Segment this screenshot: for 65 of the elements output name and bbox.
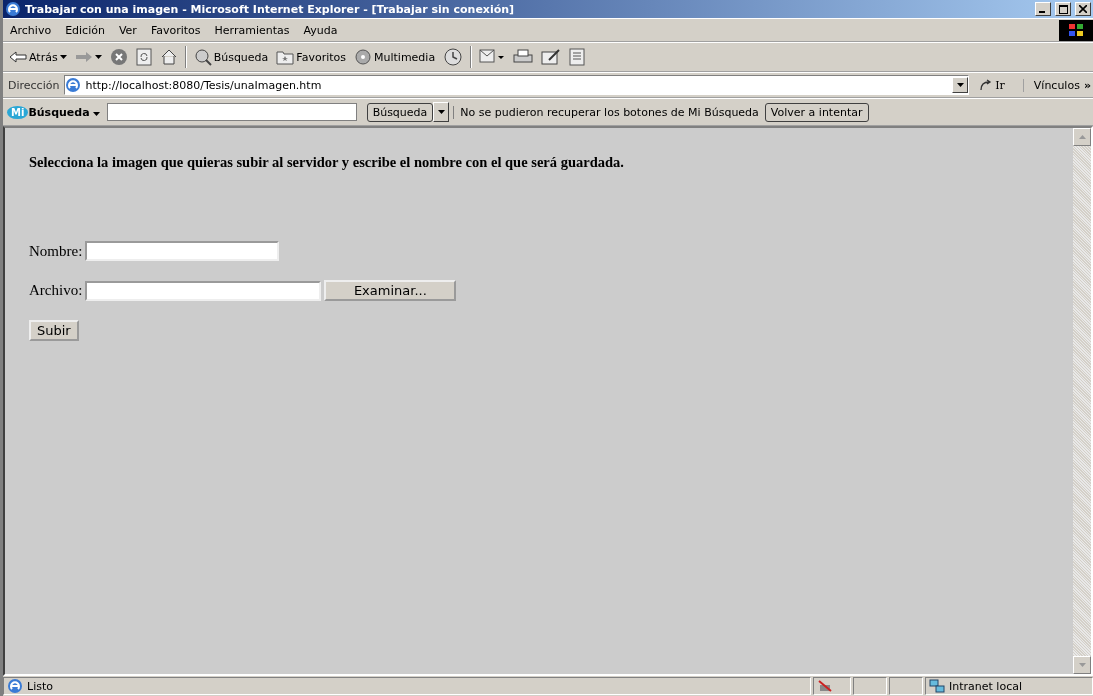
caret-icon	[437, 110, 445, 114]
folder-star-icon	[276, 49, 295, 65]
submit-button[interactable]: Subir	[29, 320, 79, 341]
go-button[interactable]: Ir	[969, 78, 1024, 92]
up-arrow-icon	[1078, 135, 1086, 139]
more-chevron[interactable]: »	[1083, 78, 1093, 92]
media-icon	[354, 48, 372, 66]
back-arrow-icon	[9, 51, 27, 63]
status-text: Listo	[27, 679, 53, 693]
back-button[interactable]: Atrás	[5, 48, 71, 66]
down-arrow-icon	[1078, 663, 1086, 667]
links-button[interactable]: Vínculos	[1023, 78, 1084, 92]
dropdown-button[interactable]	[952, 77, 969, 93]
minimize-button[interactable]	[1035, 2, 1051, 16]
windows-logo-icon	[1059, 19, 1093, 41]
caret-icon	[92, 111, 100, 116]
menu-item[interactable]: Ayuda	[296, 21, 345, 39]
retry-button[interactable]: Volver a intentar	[764, 102, 869, 122]
document-icon	[569, 48, 586, 66]
menu-item[interactable]: Edición	[58, 21, 112, 39]
caret-icon	[59, 55, 67, 59]
close-icon	[1079, 5, 1087, 13]
name-label: Nombre:	[29, 242, 83, 260]
menu-item[interactable]: Favoritos	[143, 21, 208, 39]
favorites-button[interactable]: Favoritos	[272, 47, 350, 67]
logo-badge: Mi	[7, 105, 29, 119]
menu-item[interactable]: Archivo	[3, 21, 59, 39]
scrollbar[interactable]	[1073, 128, 1091, 674]
printer-icon	[513, 49, 534, 65]
maximize-button[interactable]	[1055, 2, 1071, 16]
name-field[interactable]	[85, 241, 280, 261]
search-brand: Búsqueda	[28, 105, 90, 119]
zone-text: Intranet local	[949, 679, 1022, 693]
close-button[interactable]	[1075, 2, 1091, 16]
dropdown-button[interactable]	[433, 102, 450, 122]
refresh-icon	[135, 48, 152, 66]
search-icon	[193, 48, 212, 66]
edit-icon	[541, 49, 562, 65]
window-title: Trabajar con una imagen - Microsoft Internet Explorer - [Trabajar sin conexión]	[25, 2, 516, 16]
forward-arrow-icon	[74, 51, 93, 63]
home-icon	[159, 48, 178, 66]
search-field[interactable]	[106, 103, 357, 121]
caret-icon	[94, 55, 102, 59]
maximize-icon	[1058, 4, 1068, 14]
search-button[interactable]: Búsqueda	[366, 102, 434, 122]
instructions-text: Selecciona la imagen que quieras subir al servidor y escribe el nombre con el que será guardada.	[29, 154, 625, 171]
clock-icon	[443, 48, 464, 66]
address-field[interactable]: http://localhost:8080/Tesis/unaImagen.htm	[64, 75, 970, 95]
file-field[interactable]	[85, 280, 322, 301]
media-button[interactable]: Multimedia	[350, 46, 440, 68]
globe-e-icon	[7, 678, 23, 694]
browse-button[interactable]: Examinar...	[324, 280, 457, 301]
search-button[interactable]: Búsqueda	[189, 46, 273, 68]
menu-item[interactable]: Ver	[111, 21, 144, 39]
network-icon	[929, 679, 945, 693]
globe-e-icon	[65, 77, 82, 93]
mail-icon	[479, 48, 506, 66]
error-message: No se pudieron recuperar los botones de Mi Búsqueda	[453, 105, 765, 119]
caret-icon	[956, 83, 964, 87]
address-label: Dirección	[7, 78, 61, 92]
offline-icon	[817, 679, 833, 693]
menu-item[interactable]: Herramientas	[207, 21, 297, 39]
file-label: Archivo:	[29, 282, 83, 299]
stop-icon	[109, 48, 128, 66]
globe-e-icon	[5, 1, 21, 17]
